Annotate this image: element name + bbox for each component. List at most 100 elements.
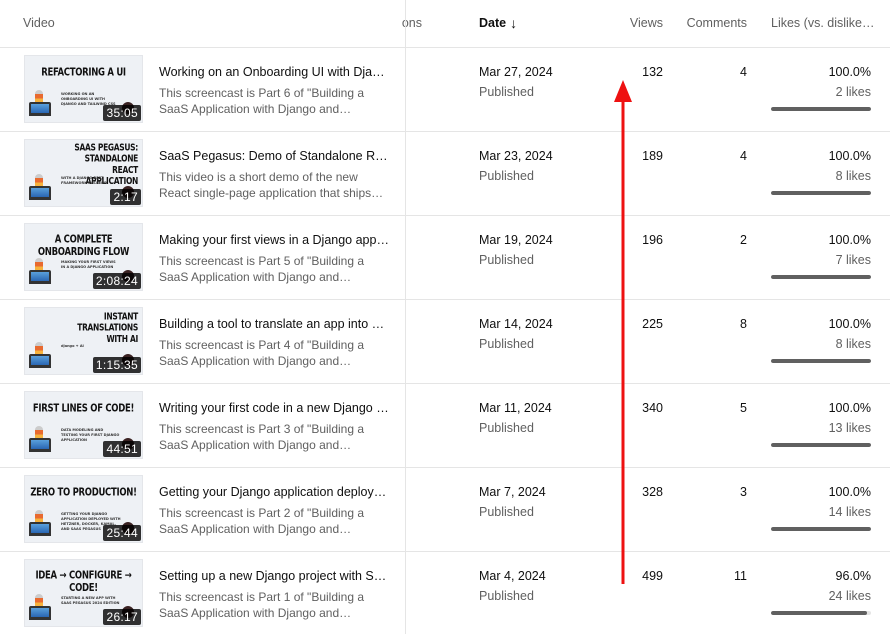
likes-ratio-bar-fill	[771, 359, 871, 363]
column-header-date-label: Date	[479, 16, 507, 30]
thumbnail-title: ZERO TO PRODUCTION!	[30, 486, 137, 500]
comments-count: 4	[740, 149, 747, 163]
video-description: This screencast is Part 4 of "Building a…	[159, 337, 391, 369]
videos-table: Video ons Date ↓ Views Comments Likes (v…	[0, 0, 890, 634]
likes-count: 8 likes	[835, 337, 871, 351]
video-description-line: SaaS Application with Django and…	[159, 102, 352, 116]
column-header-date[interactable]: Date ↓	[479, 16, 517, 30]
video-description-line: SaaS Application with Django and…	[159, 354, 352, 368]
likes-ratio-bar	[771, 191, 871, 195]
laptop-icon	[29, 606, 51, 620]
comments-count: 4	[740, 65, 747, 79]
video-description-line: This screencast is Part 3 of "Building a	[159, 422, 365, 436]
publish-status: Published	[479, 337, 534, 351]
likes-ratio-bar-fill	[771, 275, 871, 279]
video-thumbnail[interactable]: A COMPLETE ONBOARDING FLOW MAKING YOUR F…	[24, 223, 143, 291]
views-count: 328	[642, 485, 663, 499]
video-thumbnail[interactable]: FIRST LINES OF CODE! DATA MODELING AND T…	[24, 391, 143, 459]
laptop-icon	[29, 354, 51, 368]
publish-date: Mar 19, 2024	[479, 233, 553, 247]
video-title[interactable]: Writing your first code in a new Django …	[159, 401, 391, 415]
comments-count: 11	[734, 569, 747, 583]
likes-ratio-bar-fill	[771, 611, 867, 615]
video-duration: 1:15:35	[92, 357, 141, 373]
laptop-icon	[29, 186, 51, 200]
comments-count: 2	[740, 233, 747, 247]
likes-count: 2 likes	[835, 85, 871, 99]
likes-percentage: 100.0%	[828, 317, 871, 331]
publish-status: Published	[479, 421, 534, 435]
likes-count: 13 likes	[828, 421, 871, 435]
likes-ratio-bar-fill	[771, 527, 871, 531]
comments-count: 5	[740, 401, 747, 415]
video-description: This screencast is Part 5 of "Building a…	[159, 253, 391, 285]
thumbnail-subtitle: STARTING A NEW APP WITH SAAS PEGASUS 202…	[61, 596, 120, 605]
thumbnail-title: FIRST LINES OF CODE!	[32, 402, 135, 416]
thumbnail-title: INSTANT TRANSLATIONS WITH AI	[77, 310, 138, 345]
video-duration: 26:17	[103, 609, 141, 625]
thumbnail-title: IDEA → CONFIGURE → CODE!	[35, 569, 132, 595]
video-description-line: SaaS Application with Django and…	[159, 606, 352, 620]
thumbnail-subtitle: WITH A DJANGO REST FRAMEWORK BACKEND	[61, 176, 108, 185]
likes-percentage: 100.0%	[828, 401, 871, 415]
video-description: This screencast is Part 3 of "Building a…	[159, 421, 391, 453]
video-thumbnail[interactable]: REFACTORING A UI WORKING ON AN ONBOARDIN…	[24, 55, 143, 123]
video-description-line: SaaS Application with Django and…	[159, 270, 352, 284]
video-description: This screencast is Part 6 of "Building a…	[159, 85, 391, 117]
column-header-views[interactable]: Views	[630, 16, 663, 30]
publish-status: Published	[479, 169, 534, 183]
likes-ratio-bar-fill	[771, 191, 871, 195]
column-header-visibility[interactable]: ons	[400, 16, 422, 30]
likes-percentage: 96.0%	[835, 569, 871, 583]
table-row[interactable]: INSTANT TRANSLATIONS WITH AI django + AI…	[0, 300, 890, 384]
views-count: 132	[642, 65, 663, 79]
likes-ratio-bar	[771, 611, 871, 615]
likes-ratio-bar	[771, 527, 871, 531]
laptop-icon	[29, 522, 51, 536]
publish-date: Mar 7, 2024	[479, 485, 546, 499]
video-title[interactable]: Building a tool to translate an app into…	[159, 317, 391, 331]
video-title[interactable]: Making your first views in a Django appl…	[159, 233, 391, 247]
table-row[interactable]: ZERO TO PRODUCTION! GETTING YOUR DJANGO …	[0, 468, 890, 552]
publish-status: Published	[479, 589, 534, 603]
table-row[interactable]: A COMPLETE ONBOARDING FLOW MAKING YOUR F…	[0, 216, 890, 300]
table-row[interactable]: SAAS PEGASUS: STANDALONE REACT APPLICATI…	[0, 132, 890, 216]
views-count: 196	[642, 233, 663, 247]
likes-percentage: 100.0%	[828, 485, 871, 499]
likes-ratio-bar	[771, 275, 871, 279]
likes-ratio-bar-fill	[771, 107, 871, 111]
video-title[interactable]: Working on an Onboarding UI with Django …	[159, 65, 391, 79]
views-count: 499	[642, 569, 663, 583]
column-header-comments[interactable]: Comments	[687, 16, 747, 30]
table-row[interactable]: IDEA → CONFIGURE → CODE! STARTING A NEW …	[0, 552, 890, 634]
table-row[interactable]: REFACTORING A UI WORKING ON AN ONBOARDIN…	[0, 48, 890, 132]
video-title[interactable]: Getting your Django application deployed…	[159, 485, 391, 499]
comments-count: 3	[740, 485, 747, 499]
video-duration: 2:17	[110, 189, 141, 205]
video-thumbnail[interactable]: INSTANT TRANSLATIONS WITH AI django + AI…	[24, 307, 143, 375]
views-count: 189	[642, 149, 663, 163]
views-count: 225	[642, 317, 663, 331]
video-description-line: SaaS Application with Django and…	[159, 438, 352, 452]
video-thumbnail[interactable]: SAAS PEGASUS: STANDALONE REACT APPLICATI…	[24, 139, 143, 207]
thumbnail-subtitle: django + AI	[61, 344, 84, 348]
video-thumbnail[interactable]: ZERO TO PRODUCTION! GETTING YOUR DJANGO …	[24, 475, 143, 543]
likes-count: 7 likes	[835, 253, 871, 267]
video-duration: 2:08:24	[92, 273, 141, 289]
column-header-likes[interactable]: Likes (vs. dislike…	[771, 16, 875, 30]
likes-percentage: 100.0%	[828, 233, 871, 247]
video-description-line: React single-page application that ships…	[159, 186, 384, 200]
video-title[interactable]: SaaS Pegasus: Demo of Standalone React A…	[159, 149, 391, 163]
likes-ratio-bar-fill	[771, 443, 871, 447]
video-title[interactable]: Setting up a new Django project with Saa…	[159, 569, 391, 583]
column-header-video[interactable]: Video	[23, 16, 55, 30]
table-row[interactable]: FIRST LINES OF CODE! DATA MODELING AND T…	[0, 384, 890, 468]
publish-date: Mar 14, 2024	[479, 317, 553, 331]
video-duration: 35:05	[103, 105, 141, 121]
publish-status: Published	[479, 85, 534, 99]
video-duration: 44:51	[103, 441, 141, 457]
video-thumbnail[interactable]: IDEA → CONFIGURE → CODE! STARTING A NEW …	[24, 559, 143, 627]
video-description: This video is a short demo of the new Re…	[159, 169, 391, 201]
likes-ratio-bar	[771, 107, 871, 111]
arrow-down-icon: ↓	[510, 15, 518, 31]
